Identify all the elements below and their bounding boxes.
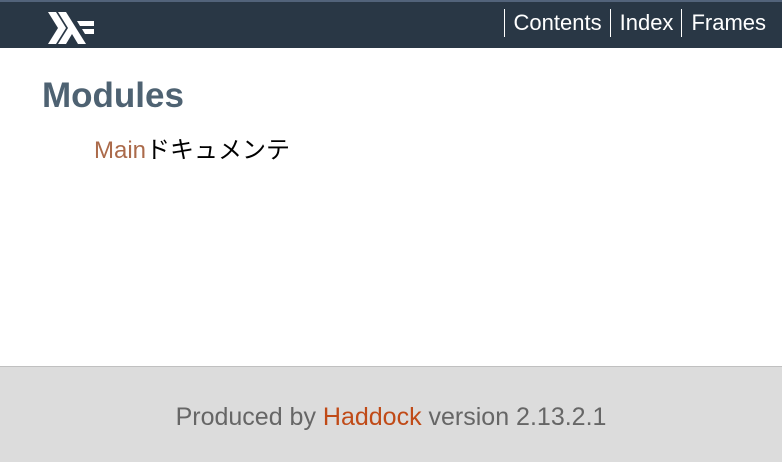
haskell-logo-icon[interactable] (48, 12, 94, 44)
header-links: Contents Index Frames (503, 9, 766, 37)
package-header: Contents Index Frames (0, 0, 782, 48)
footer-prefix: Produced by (175, 403, 323, 431)
module-list: Mainドキュメンテ (94, 134, 290, 168)
contents-link[interactable]: Contents (503, 9, 610, 37)
module-link-main[interactable]: Main (94, 137, 146, 164)
haddock-link[interactable]: Haddock (323, 403, 422, 431)
footer-text: Produced by Haddock version 2.13.2.1 (0, 400, 782, 434)
module-description: ドキュメンテ (146, 137, 291, 164)
main-content: Modules Mainドキュメンテ (0, 48, 782, 366)
index-link[interactable]: Index (609, 9, 682, 37)
list-item: Mainドキュメンテ (94, 134, 290, 168)
page-title: Modules (42, 76, 184, 115)
frames-link[interactable]: Frames (681, 9, 766, 37)
footer: Produced by Haddock version 2.13.2.1 (0, 366, 782, 462)
footer-suffix: version 2.13.2.1 (421, 403, 607, 431)
